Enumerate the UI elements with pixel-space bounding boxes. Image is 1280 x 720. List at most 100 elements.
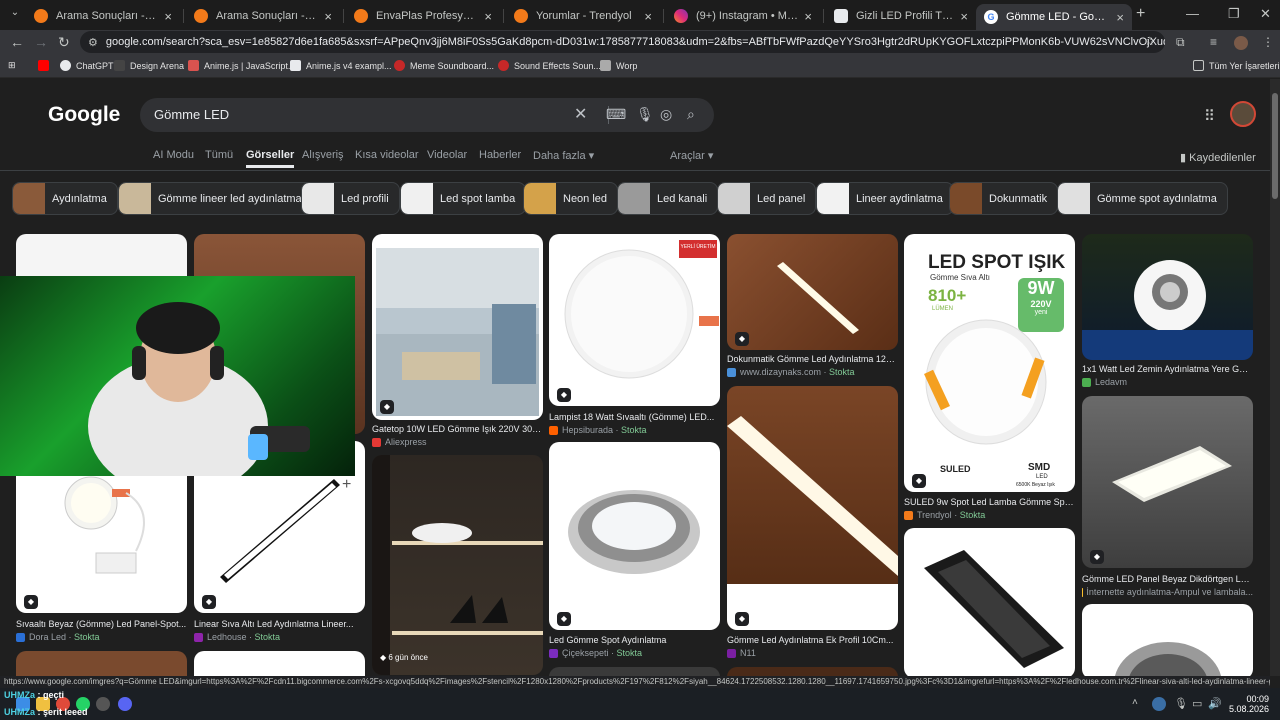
chip-led-spot[interactable]: Led spot lamba — [400, 182, 527, 215]
new-tab-icon[interactable]: + — [1136, 5, 1145, 23]
scrollbar-thumb[interactable] — [1272, 93, 1278, 199]
search-input[interactable]: Gömme LED — [154, 107, 229, 122]
search-box[interactable]: Gömme LED ✕ ⌨ 🎙 ◎ ⌕ — [140, 98, 714, 132]
bookmark-worp[interactable]: Worp — [600, 60, 637, 71]
tab-news[interactable]: Haberler — [479, 149, 521, 161]
settings-gear-icon[interactable] — [96, 697, 110, 711]
close-icon[interactable]: × — [1116, 10, 1124, 25]
result-image[interactable]: YERLİ ÜRETİM ◆ — [549, 234, 720, 406]
result-title[interactable]: SULED 9w Spot Led Lamba Gömme Spot... — [904, 497, 1075, 507]
result-source[interactable]: Aliexpress — [372, 437, 427, 447]
result-image[interactable]: ◆ 6 gün önce — [372, 455, 543, 675]
result-image[interactable]: ◆ — [1082, 396, 1253, 568]
result-image[interactable]: LED SPOT IŞIK Gömme Sıva Altı 810+ LÜMEN… — [904, 234, 1075, 492]
chip-led-panel[interactable]: Led panel — [717, 182, 817, 215]
chip-led-profili[interactable]: Led profili — [301, 182, 400, 215]
result-title[interactable]: Gatetop 10W LED Gömme Işık 220V 3000K — [372, 424, 543, 434]
close-icon[interactable]: × — [804, 9, 812, 24]
tools-button[interactable]: Araçlar ▾ — [670, 149, 713, 162]
system-clock[interactable]: 00:09 5.08.2026 — [1225, 694, 1269, 714]
close-icon[interactable]: × — [644, 9, 652, 24]
close-icon[interactable]: × — [960, 9, 968, 24]
reload-icon[interactable]: ↻ — [58, 34, 70, 51]
result-title[interactable]: Dokunmatik Gömme Led Aydınlatma 120 C... — [727, 354, 898, 364]
tab-search-icon[interactable]: ⌄ — [6, 7, 24, 23]
tab-images[interactable]: Görseller — [246, 149, 295, 168]
apps-grid-icon[interactable]: ⊞ — [8, 60, 16, 71]
chevron-up-icon[interactable]: ˄ — [1132, 697, 1146, 711]
account-avatar[interactable] — [1230, 101, 1256, 127]
result-image[interactable] — [1082, 604, 1253, 676]
tab-short-videos[interactable]: Kısa videolar — [355, 149, 419, 161]
result-source[interactable]: İnternette aydınlatma-Ampul ve lambala..… — [1082, 587, 1253, 597]
tab-videos[interactable]: Videolar — [427, 149, 467, 161]
result-image[interactable] — [549, 667, 720, 676]
result-image[interactable]: ◆ — [372, 234, 543, 420]
minimize-icon[interactable]: — — [1186, 6, 1199, 21]
microphone-tray-icon[interactable]: 🎙 — [1174, 697, 1188, 711]
result-image[interactable]: ◆ — [549, 442, 720, 630]
bookmark-chatgpt[interactable]: ChatGPT — [60, 60, 114, 71]
result-card[interactable] — [727, 667, 898, 676]
result-source[interactable]: Çiçeksepeti · Stokta — [549, 648, 642, 658]
search-icon[interactable]: ⌕ — [687, 106, 695, 123]
chip-gomme-spot[interactable]: Gömme spot aydınlatma — [1057, 182, 1228, 215]
result-source[interactable]: N11 — [727, 648, 756, 658]
result-source[interactable]: Ledavm — [1082, 377, 1127, 387]
result-card[interactable] — [194, 651, 365, 676]
result-card[interactable]: ◆ Gatetop 10W LED Gömme Işık 220V 3000K … — [372, 234, 543, 447]
bookmark-meme-soundboard[interactable]: Meme Soundboard... — [394, 60, 494, 71]
result-card[interactable]: LED SPOT IŞIK Gömme Sıva Altı 810+ LÜMEN… — [904, 234, 1075, 524]
chip-gomme-lineer[interactable]: Gömme lineer led aydınlatma — [118, 182, 313, 215]
result-title[interactable]: Gömme LED Panel Beyaz Dikdörtgen LED... — [1082, 574, 1253, 584]
result-source[interactable]: Trendyol · Stokta — [904, 510, 985, 520]
restore-icon[interactable]: ❐ — [1228, 6, 1240, 22]
forward-icon[interactable]: → — [34, 34, 48, 50]
result-source[interactable]: Ledhouse · Stokta — [194, 632, 280, 642]
volume-icon[interactable]: 🔊 — [1208, 697, 1222, 711]
back-icon[interactable]: ← — [10, 34, 24, 50]
result-card[interactable]: ◆ Gömme Led Aydınlatma Ek Profil 10Cm...… — [727, 386, 898, 662]
chip-lineer[interactable]: Lineer aydinlatma — [816, 182, 954, 215]
result-image[interactable] — [1082, 234, 1253, 360]
result-card[interactable]: ◆ Dokunmatik Gömme Led Aydınlatma 120 C.… — [727, 234, 898, 377]
result-card[interactable] — [549, 667, 720, 676]
result-source[interactable]: Dora Led · Stokta — [16, 632, 100, 642]
tab-shopping[interactable]: Alışveriş — [302, 149, 344, 161]
close-icon[interactable]: × — [484, 9, 492, 24]
result-title[interactable]: Lampist 18 Watt Sıvaaltı (Gömme) LED... — [549, 412, 720, 422]
tab-all[interactable]: Tümü — [205, 149, 233, 161]
close-icon[interactable]: × — [164, 9, 172, 24]
result-title[interactable]: Linear Sıva Altı Led Aydınlatma Lineer..… — [194, 619, 365, 629]
bookmark-sound-effects[interactable]: Sound Effects Soun... — [498, 60, 601, 71]
bookmark-animejs[interactable]: Anime.js | JavaScript... — [188, 60, 295, 71]
result-title[interactable]: Led Gömme Spot Aydınlatma — [549, 635, 720, 645]
tab-gizli-led[interactable]: Gizli LED Profili Türkiye × — [826, 4, 976, 28]
close-window-icon[interactable]: ✕ — [1260, 6, 1271, 22]
lens-icon[interactable]: ◎ — [660, 106, 672, 123]
chip-aydinlatma[interactable]: Aydınlatma — [12, 182, 118, 215]
bookmark-youtube[interactable] — [38, 60, 54, 71]
bookmark-animejs-v4[interactable]: Anime.js v4 exampl... — [290, 60, 392, 71]
result-card[interactable]: ◆ Led Gömme Spot Aydınlatma Çiçeksepeti … — [549, 442, 720, 662]
result-card[interactable] — [904, 528, 1075, 676]
result-card[interactable] — [16, 651, 187, 676]
bookmark-star-icon[interactable]: ☆ — [1144, 34, 1155, 48]
result-image[interactable]: ◆ — [727, 386, 898, 630]
microphone-icon[interactable]: 🎙 — [636, 106, 654, 123]
page-scrollbar[interactable] — [1270, 79, 1280, 676]
google-apps-icon[interactable]: ⠿ — [1204, 107, 1215, 125]
all-bookmarks-folder[interactable]: Tüm Yer İşaretleri — [1193, 60, 1280, 71]
tab-google-active[interactable]: G Gömme LED - Google'da Ara × — [976, 4, 1132, 30]
result-image[interactable] — [727, 667, 898, 676]
result-card[interactable]: 1x1 Watt Led Zemin Aydınlatma Yere Göm..… — [1082, 234, 1253, 387]
result-image[interactable] — [16, 651, 187, 676]
tab-trendyol-2[interactable]: Arama Sonuçları - Trendyol × — [186, 4, 340, 28]
result-source[interactable]: Hepsiburada · Stokta — [549, 425, 647, 435]
extensions-icon[interactable]: ⧉ — [1176, 35, 1185, 50]
result-title[interactable]: Gömme Led Aydınlatma Ek Profil 10Cm... — [727, 635, 898, 645]
site-info-icon[interactable]: ⚙ — [88, 36, 98, 49]
result-source[interactable]: www.dizaynaks.com · Stokta — [727, 367, 855, 377]
result-image[interactable] — [194, 651, 365, 676]
network-icon[interactable]: ▭ — [1192, 697, 1206, 711]
